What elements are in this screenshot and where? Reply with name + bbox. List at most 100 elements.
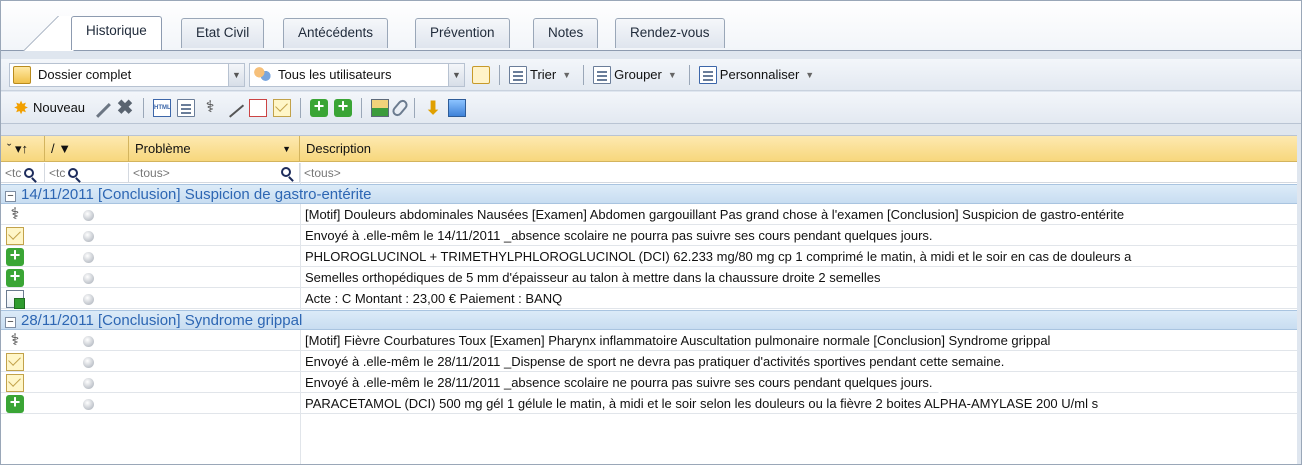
chevron-down-icon[interactable]: ▼ [228, 63, 244, 86]
tab-rendez-vous[interactable]: Rendez-vous [615, 18, 725, 48]
table-row[interactable]: Acte : C Montant : 23,00 € Paiement : BA… [1, 289, 1297, 309]
prescription-add-icon[interactable] [310, 96, 329, 117]
glasses-icon[interactable] [472, 65, 490, 84]
column-header-date[interactable]: ˇ ▾↑ [1, 136, 45, 162]
attachment-icon[interactable] [390, 97, 410, 118]
status-dot-icon [83, 399, 94, 410]
tab-historique[interactable]: Historique [71, 16, 162, 50]
sort-button[interactable]: Trier [530, 67, 556, 82]
tab-notes[interactable]: Notes [533, 18, 599, 48]
delete-icon[interactable]: ✖ [116, 98, 134, 118]
column-header-problem-label: Problème [135, 141, 191, 156]
table-row[interactable]: Envoyé à .elle-mêm le 14/11/2011 _absenc… [1, 226, 1297, 246]
customize-button[interactable]: Personnaliser [720, 67, 800, 82]
column-header-description[interactable]: Description [300, 136, 1297, 162]
column-header-author[interactable]: / ▼ [45, 136, 129, 162]
image-icon[interactable] [371, 98, 390, 117]
tab-antecedents[interactable]: Antécédents [283, 18, 389, 48]
table-row[interactable]: Envoyé à .elle-mêm le 28/11/2011 _absenc… [1, 373, 1297, 393]
status-dot-icon [83, 252, 94, 263]
prescription-icon[interactable] [334, 96, 353, 117]
column-header-author-label: / [51, 141, 55, 156]
stethoscope-icon: ⚕ [10, 206, 20, 223]
table-row[interactable]: Envoyé à .elle-mêm le 28/11/2011 _Dispen… [1, 352, 1297, 372]
chevron-down-icon[interactable]: ▼ [668, 70, 677, 80]
collapse-toggle-icon[interactable]: − [5, 191, 16, 202]
filter-author[interactable]: <tc [45, 163, 129, 183]
users-combo[interactable]: Tous les utilisateurs ▼ [249, 62, 465, 87]
row-description: Semelles orthopédiques de 5 mm d'épaisse… [305, 270, 881, 285]
users-combo-value: Tous les utilisateurs [278, 67, 392, 82]
column-header-problem[interactable]: Problème ▼ [129, 136, 300, 162]
collapse-toggle-icon[interactable]: − [5, 317, 16, 328]
customize-icon[interactable] [698, 65, 717, 84]
table-row[interactable]: PARACETAMOL (DCI) 500 mg gél 1 gélule le… [1, 392, 1297, 414]
app-window: Historique Etat Civil Antécédents Préven… [0, 0, 1302, 465]
letter-icon[interactable] [273, 98, 292, 117]
status-dot-icon [83, 294, 94, 305]
grid-header: ˇ ▾↑ / ▼ Problème ▼ Description [1, 136, 1297, 162]
filter-author-value: <tc [49, 166, 66, 180]
sort-icon[interactable] [509, 65, 527, 84]
chevron-down-icon[interactable]: ▼ [562, 70, 571, 80]
dossier-combo-value: Dossier complet [38, 67, 132, 82]
document-icon[interactable] [177, 98, 196, 117]
prescription-icon [6, 392, 24, 413]
row-description: [Motif] Fièvre Courbatures Toux [Examen]… [305, 333, 1051, 348]
row-description: Acte : C Montant : 23,00 € Paiement : BA… [305, 291, 563, 306]
prescription-icon [6, 266, 24, 287]
status-dot-icon [83, 210, 94, 221]
new-star-icon[interactable]: ✸ [12, 99, 30, 117]
table-row[interactable]: PHLOROGLUCINOL + TRIMETHYLPHLOROGLUCINOL… [1, 245, 1297, 267]
stethoscope-icon: ⚕ [10, 332, 20, 349]
separator [499, 64, 500, 85]
filter-problem-value: <tous> [133, 166, 170, 180]
separator [361, 97, 363, 118]
new-button[interactable]: Nouveau [33, 100, 85, 115]
separator [688, 64, 690, 85]
chart-icon[interactable] [249, 98, 268, 117]
group-label: 14/11/2011 [Conclusion] Suspicion de gas… [21, 186, 372, 203]
filter-row: <tc <tc <tous> <tous> [1, 163, 1297, 183]
table-row[interactable]: ⚕ [Motif] Douleurs abdominales Nausées [… [1, 205, 1297, 225]
filter-date[interactable]: <tc [1, 163, 45, 183]
group-row[interactable]: −14/11/2011 [Conclusion] Suspicion de ga… [1, 184, 1297, 204]
html-export-icon[interactable]: HTML [153, 98, 172, 117]
prescription-icon [6, 245, 24, 266]
history-grid: ˇ ▾↑ / ▼ Problème ▼ Description <tc <tc <… [1, 135, 1297, 464]
row-description: Envoyé à .elle-mêm le 28/11/2011 _Dispen… [305, 354, 1005, 369]
tab-strip: Historique Etat Civil Antécédents Préven… [1, 1, 1301, 51]
separator [143, 97, 145, 118]
action-toolbar: ✸ Nouveau ✖ HTML ⚕ ⬇ [1, 92, 1301, 124]
import-icon[interactable]: ⬇ [424, 99, 442, 117]
letter-icon [6, 353, 24, 371]
status-dot-icon [83, 231, 94, 242]
search-icon[interactable] [68, 168, 79, 178]
filter-description[interactable]: <tous> [300, 163, 1297, 183]
group-row[interactable]: −28/11/2011 [Conclusion] Syndrome grippa… [1, 310, 1297, 330]
search-icon[interactable] [24, 168, 35, 178]
chevron-down-icon[interactable]: ▼ [805, 70, 814, 80]
column-header-date-label: ˇ [7, 141, 12, 156]
chevron-down-icon[interactable]: ▼ [448, 63, 464, 86]
separator [583, 64, 585, 85]
syringe-icon[interactable] [223, 97, 245, 118]
search-icon[interactable] [281, 167, 291, 177]
chevron-down-icon[interactable]: ▼ [282, 136, 291, 162]
scan-icon[interactable] [448, 98, 467, 117]
stethoscope-icon[interactable]: ⚕ [201, 99, 219, 117]
tab-prevention[interactable]: Prévention [415, 18, 510, 48]
table-row[interactable]: Semelles orthopédiques de 5 mm d'épaisse… [1, 266, 1297, 288]
row-description: [Motif] Douleurs abdominales Nausées [Ex… [305, 207, 1125, 222]
status-dot-icon [83, 357, 94, 368]
edit-pencil-icon[interactable] [91, 97, 111, 118]
tab-etat-civil[interactable]: Etat Civil [181, 18, 265, 48]
status-dot-icon [83, 336, 94, 347]
group-button[interactable]: Grouper [614, 67, 662, 82]
group-icon[interactable] [593, 65, 612, 84]
billing-icon [6, 290, 25, 309]
separator [414, 97, 416, 118]
table-row[interactable]: ⚕ [Motif] Fièvre Courbatures Toux [Exame… [1, 331, 1297, 351]
filter-problem[interactable]: <tous> [129, 163, 300, 183]
dossier-combo[interactable]: Dossier complet ▼ [9, 62, 245, 87]
